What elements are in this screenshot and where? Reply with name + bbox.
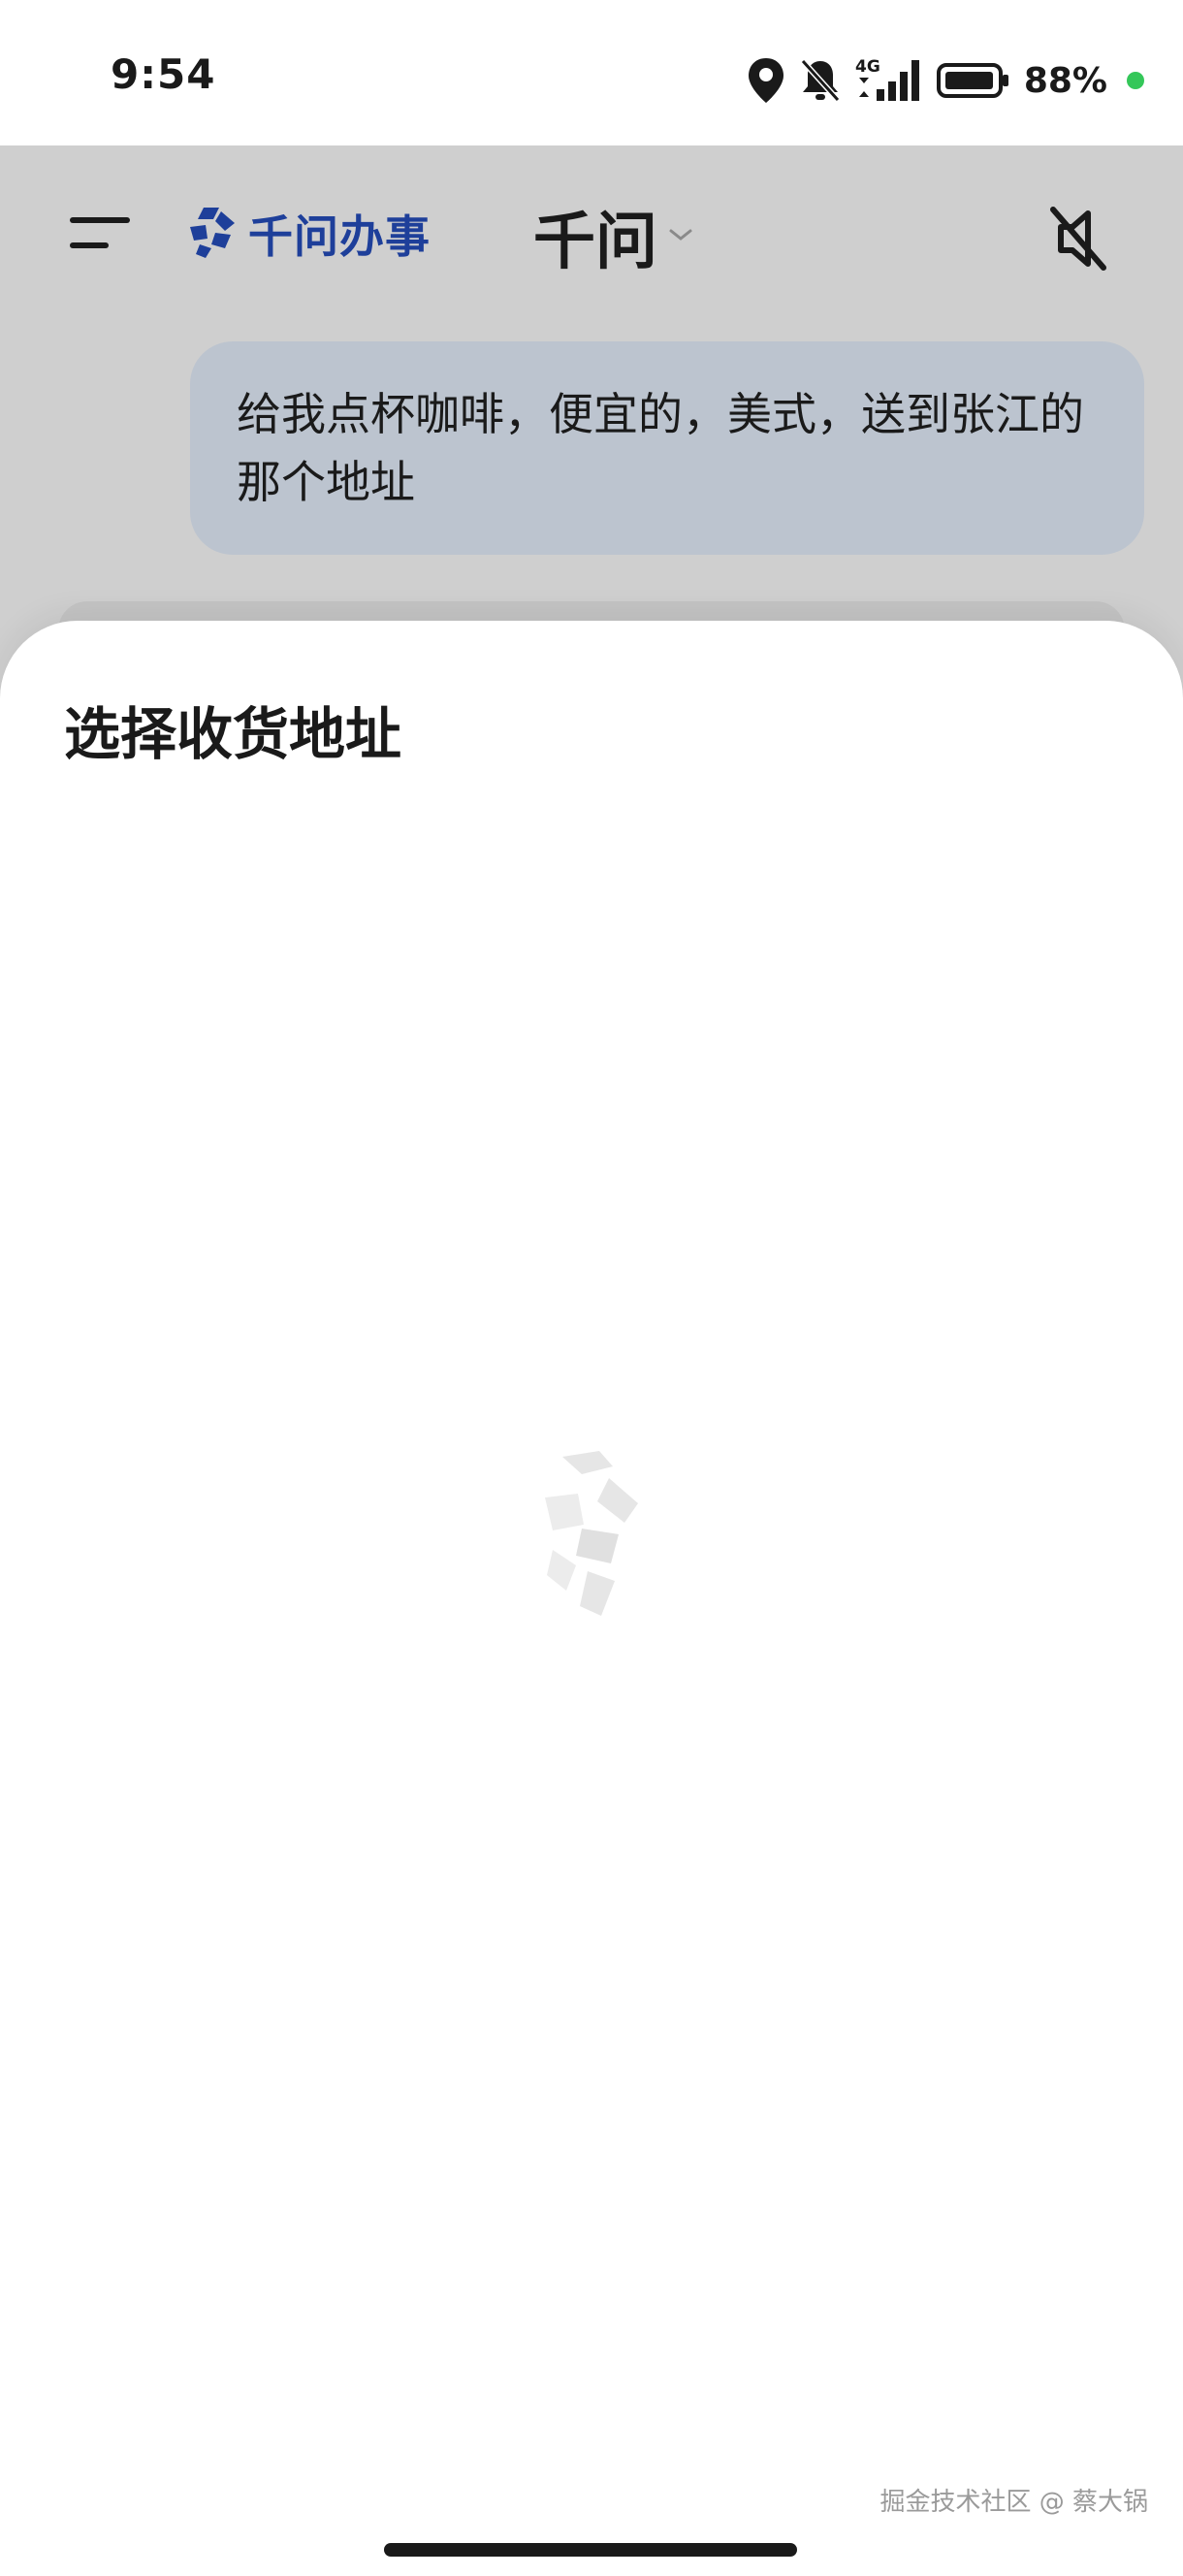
battery-icon	[936, 61, 1010, 100]
home-indicator[interactable]	[384, 2543, 797, 2557]
network-label: 4G	[855, 57, 880, 77]
status-bar: 9:54 4G 88%	[0, 0, 1183, 145]
user-message-bubble: 给我点杯咖啡，便宜的，美式，送到张江的那个地址	[190, 341, 1144, 555]
app-header: 千问办事 千问	[0, 145, 1183, 320]
status-icons: 4G 88%	[747, 47, 1144, 114]
sheet-title: 选择收货地址	[64, 701, 402, 767]
watermark: 掘金技术社区 @ 蔡大锅	[879, 2488, 1148, 2517]
brand-name: 千问办事	[248, 210, 431, 263]
loading-logo-icon	[524, 1445, 659, 1629]
privacy-indicator-dot	[1127, 72, 1144, 89]
location-icon	[747, 56, 785, 105]
brand-logo-icon	[186, 206, 239, 262]
battery-percent: 88%	[1023, 60, 1107, 101]
model-name: 千问	[533, 207, 657, 278]
brand[interactable]: 千问办事	[186, 202, 431, 266]
status-time: 9:54	[111, 50, 216, 98]
mute-icon[interactable]	[1039, 200, 1117, 277]
address-bottom-sheet: 选择收货地址 掘金技术社区 @ 蔡大锅	[0, 621, 1183, 2576]
chevron-down-icon	[667, 225, 694, 248]
menu-icon[interactable]	[68, 209, 136, 258]
signal-icon: 4G	[855, 56, 923, 105]
bell-off-icon	[799, 57, 842, 104]
model-selector[interactable]: 千问	[533, 192, 694, 281]
